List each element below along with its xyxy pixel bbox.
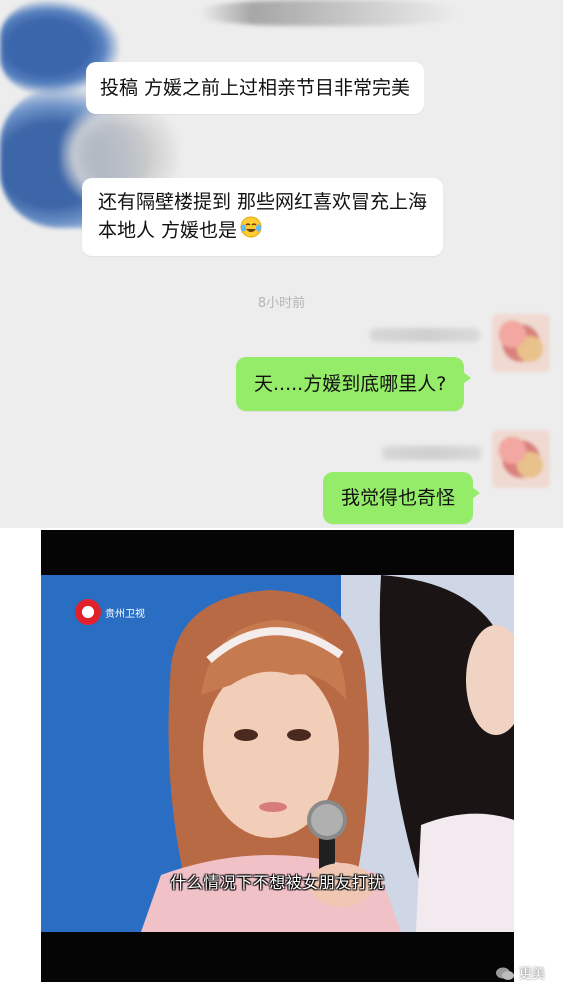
channel-logo-icon [75, 599, 101, 625]
tv-show-screenshot: 贵州卫视 什么情况下不想被女朋友打扰 [41, 530, 514, 982]
redaction-scribble [200, 0, 460, 26]
sender-name-blurred [382, 446, 482, 460]
message-text: 本地人 方媛也是 [98, 219, 238, 242]
watermark: 更美 [495, 963, 545, 982]
sender-name-blurred [370, 328, 480, 342]
chat-screenshot: 投稿 方媛之前上过相亲节目非常完美 还有隔壁楼提到 那些网红喜欢冒充上海 本地人… [0, 0, 563, 528]
message-text: 还有隔壁楼提到 那些网红喜欢冒充上海 [98, 191, 428, 213]
message-bubble[interactable]: 天.....方媛到底哪里人? [236, 357, 472, 411]
channel-logo-text: 贵州卫视 [105, 609, 145, 620]
watermark-text: 更美 [519, 967, 546, 982]
avatar[interactable] [492, 430, 550, 488]
video-frame: 贵州卫视 什么情况下不想被女朋友打扰 [41, 575, 514, 932]
tears-of-joy-emoji-icon [240, 216, 262, 246]
message-text: 天.....方媛到底哪里人? [254, 373, 447, 395]
message-text: 我觉得也奇怪 [341, 487, 456, 509]
message-bubble[interactable]: 投稿 方媛之前上过相亲节目非常完美 [86, 62, 425, 114]
message-bubble[interactable]: 还有隔壁楼提到 那些网红喜欢冒充上海 本地人 方媛也是 [82, 178, 444, 256]
message-text: 投稿 方媛之前上过相亲节目非常完美 [100, 77, 411, 99]
video-subtitle: 什么情况下不想被女朋友打扰 [170, 873, 385, 892]
avatar[interactable] [492, 314, 550, 372]
message-bubble[interactable]: 我觉得也奇怪 [323, 472, 481, 524]
timestamp: 8小时前 [257, 296, 306, 311]
wechat-icon [495, 966, 515, 980]
